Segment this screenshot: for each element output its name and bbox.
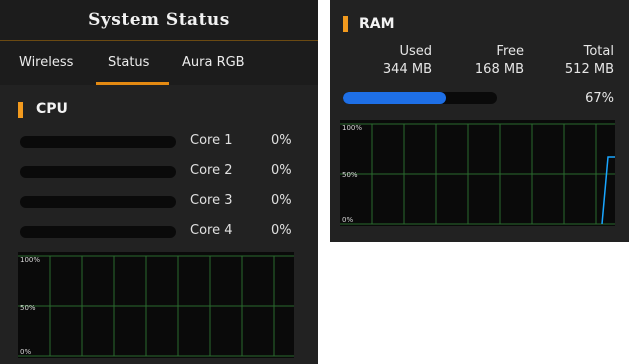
ram-free-value: 168 MB (474, 62, 524, 77)
tab-bar: Wireless Status Aura RGB (0, 41, 318, 85)
ram-usage-percent: 67% (585, 91, 614, 106)
core-2-percent: 0% (271, 163, 292, 178)
ram-graph-tick-100: 100% (342, 124, 363, 132)
ram-usage-bar (343, 92, 497, 104)
ram-total-label: Total (583, 44, 614, 59)
ram-section-title: RAM (359, 16, 395, 32)
core-1-label: Core 1 (190, 133, 233, 148)
ram-graph-grid (340, 123, 615, 225)
ram-used-label: Used (399, 44, 432, 59)
tab-status[interactable]: Status (108, 55, 149, 70)
core-3-usage-bar (20, 196, 176, 208)
ram-free-label: Free (496, 44, 524, 59)
core-4-percent: 0% (271, 223, 292, 238)
cpu-graph-tick-50: 50% (20, 304, 36, 312)
ram-usage-line (601, 156, 615, 225)
cpu-usage-graph: 100% 50% 0% (18, 252, 294, 358)
ram-total-value: 512 MB (564, 62, 614, 77)
cpu-graph-tick-100: 100% (20, 256, 41, 264)
core-3-label: Core 3 (190, 193, 233, 208)
core-2-usage-bar (20, 166, 176, 178)
core-2-label: Core 2 (190, 163, 233, 178)
ram-used-value: 344 MB (382, 62, 432, 77)
cpu-graph-tick-0: 0% (20, 348, 32, 356)
ram-usage-graph: 100% 50% 0% (340, 120, 615, 226)
core-3-percent: 0% (271, 193, 292, 208)
core-1-percent: 0% (271, 133, 292, 148)
ram-usage-fill (343, 92, 446, 104)
cpu-accent-bar (18, 102, 23, 118)
ram-graph-tick-0: 0% (342, 216, 354, 224)
ram-graph-tick-50: 50% (342, 171, 358, 179)
ram-accent-bar (343, 16, 348, 32)
core-4-usage-bar (20, 226, 176, 238)
page-title: System Status (0, 0, 318, 41)
cpu-graph-grid (18, 255, 294, 357)
tab-aura-rgb[interactable]: Aura RGB (182, 55, 245, 70)
system-status-panel: System Status Wireless Status Aura RGB C… (0, 0, 318, 364)
tab-wireless[interactable]: Wireless (19, 55, 73, 70)
cpu-section-title: CPU (36, 101, 68, 117)
active-tab-indicator (96, 82, 169, 85)
core-4-label: Core 4 (190, 223, 233, 238)
core-1-usage-bar (20, 136, 176, 148)
